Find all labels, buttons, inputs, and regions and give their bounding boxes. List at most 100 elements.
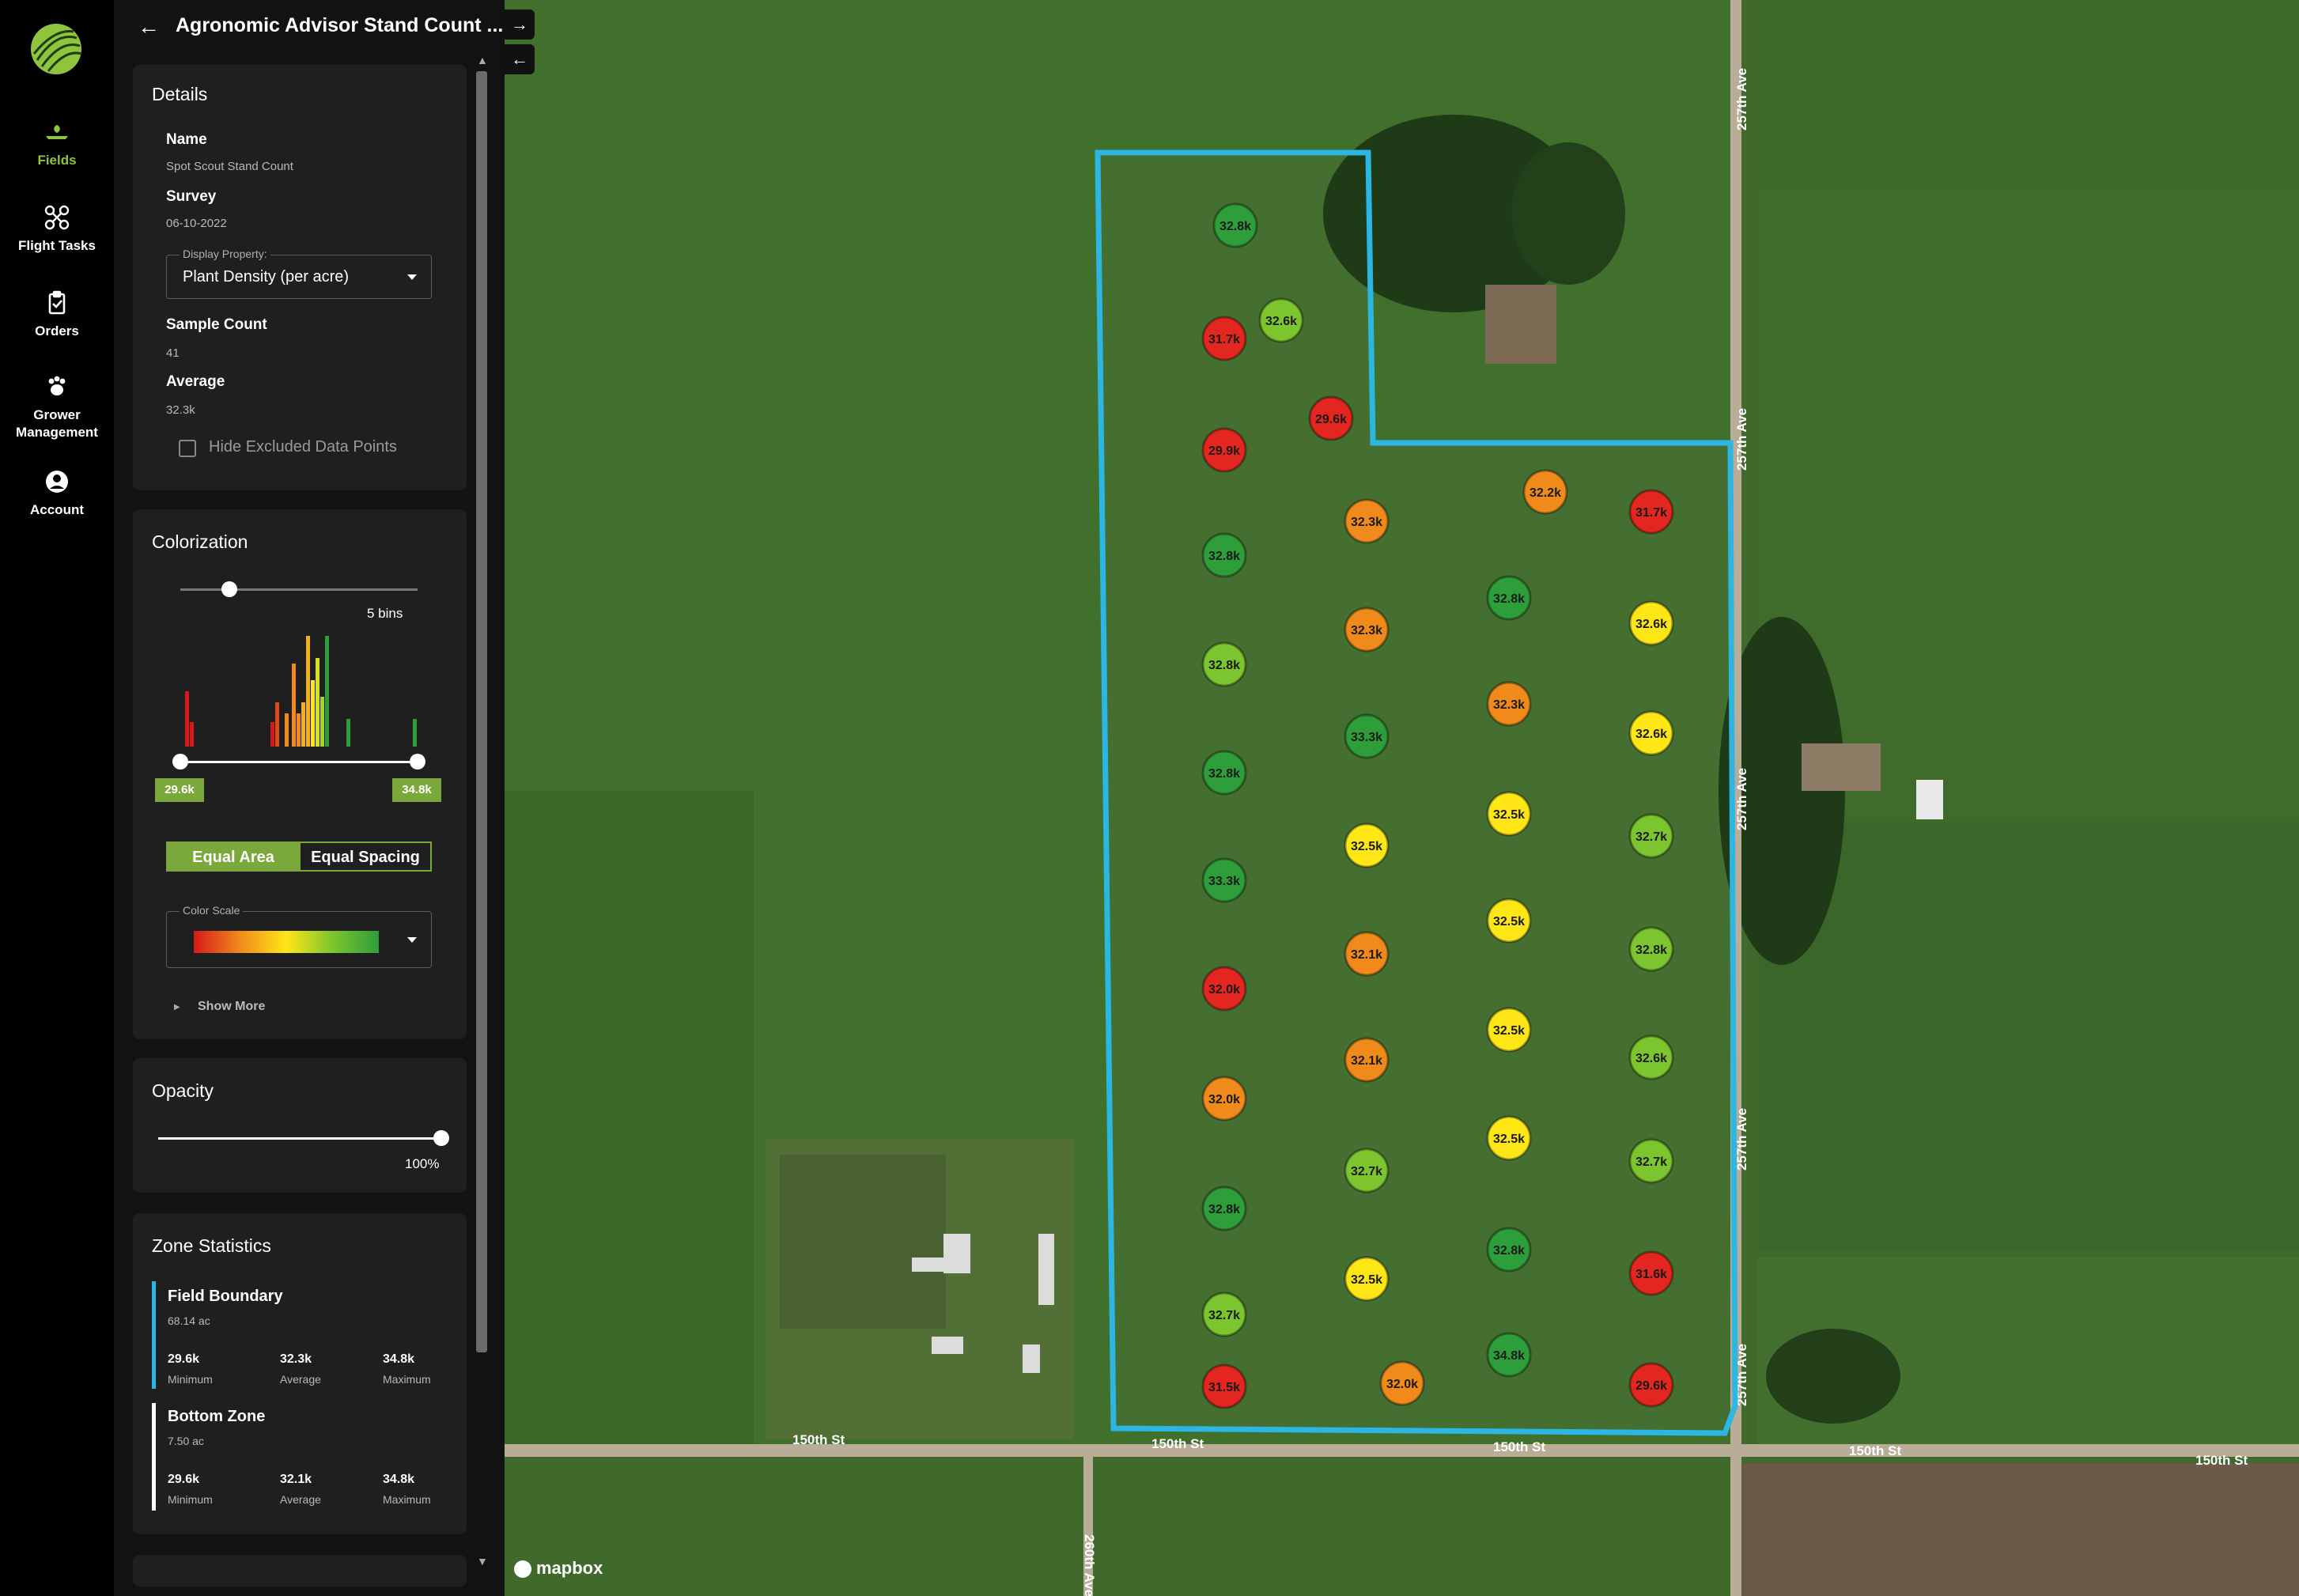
- range-slider-track[interactable]: [180, 761, 418, 763]
- histogram-bar: [185, 691, 189, 747]
- nav-item-label: Flight Tasks: [18, 238, 96, 253]
- nav-item-label: Grower Management: [16, 407, 98, 440]
- sample-point[interactable]: 31.7k: [1201, 316, 1247, 361]
- bins-slider-track[interactable]: [180, 588, 418, 591]
- nav-item-account[interactable]: Account: [0, 468, 114, 519]
- sample-point[interactable]: 31.6k: [1628, 1250, 1674, 1296]
- color-scale-legend: Color Scale: [180, 904, 244, 917]
- nav-item-orders[interactable]: Orders: [0, 289, 114, 340]
- sample-point-label: 31.5k: [1208, 1381, 1240, 1394]
- sample-point[interactable]: 32.1k: [1344, 1037, 1390, 1083]
- sample-point[interactable]: 32.7k: [1344, 1148, 1390, 1193]
- sample-point[interactable]: 32.8k: [1486, 1227, 1532, 1273]
- sample-point-label: 32.8k: [1219, 220, 1251, 233]
- hide-excluded-checkbox[interactable]: [179, 440, 196, 457]
- sample-point[interactable]: 32.7k: [1628, 813, 1674, 859]
- sample-count-label: Sample Count: [166, 316, 267, 333]
- sample-point[interactable]: 33.3k: [1344, 713, 1390, 759]
- sample-point[interactable]: 32.2k: [1522, 469, 1568, 515]
- sample-point[interactable]: 32.5k: [1486, 898, 1532, 944]
- opacity-slider-track[interactable]: [158, 1137, 441, 1140]
- sample-point[interactable]: 32.5k: [1486, 1007, 1532, 1053]
- sample-point[interactable]: 32.8k: [1201, 750, 1247, 796]
- sample-point[interactable]: 32.3k: [1486, 681, 1532, 727]
- expand-right-arrow-icon[interactable]: →: [505, 9, 535, 40]
- sample-point-label: 32.6k: [1265, 315, 1297, 328]
- nav-item-grower-management[interactable]: Grower Management: [0, 373, 114, 441]
- sample-point[interactable]: 31.7k: [1628, 489, 1674, 535]
- sample-point[interactable]: 32.8k: [1212, 202, 1258, 248]
- sample-point[interactable]: 32.5k: [1344, 823, 1390, 868]
- sample-point-label: 32.8k: [1635, 944, 1667, 957]
- sample-point[interactable]: 32.8k: [1201, 641, 1247, 687]
- sample-point[interactable]: 29.9k: [1201, 427, 1247, 473]
- map-canvas: 150th St 150th St 150th St 150th St 150t…: [505, 0, 2299, 1596]
- sample-point-label: 34.8k: [1493, 1349, 1525, 1363]
- sample-point[interactable]: 32.8k: [1201, 1186, 1247, 1231]
- sample-point[interactable]: 31.5k: [1201, 1363, 1247, 1409]
- sample-point[interactable]: 32.3k: [1344, 498, 1390, 544]
- color-scale-gradient: [194, 931, 379, 953]
- survey-value: 06-10-2022: [166, 217, 227, 230]
- survey-label: Survey: [166, 188, 217, 205]
- sample-point-label: 32.0k: [1208, 1093, 1240, 1106]
- sample-point[interactable]: 32.7k: [1201, 1292, 1247, 1337]
- sample-point-label: 32.7k: [1635, 830, 1667, 844]
- sidebar-scrollbar[interactable]: [476, 71, 487, 1352]
- opacity-slider-thumb[interactable]: [433, 1130, 449, 1146]
- sample-point[interactable]: 32.3k: [1344, 607, 1390, 652]
- sample-point[interactable]: 32.8k: [1628, 926, 1674, 972]
- scroll-up-arrow-icon[interactable]: ▲: [477, 54, 488, 66]
- sample-point[interactable]: 33.3k: [1201, 857, 1247, 903]
- histogram-bar: [285, 713, 289, 747]
- sample-point[interactable]: 32.0k: [1379, 1360, 1425, 1406]
- account-icon: [43, 468, 70, 495]
- sample-point[interactable]: 32.0k: [1201, 966, 1247, 1012]
- mapbox-attribution[interactable]: mapbox: [514, 1558, 603, 1579]
- color-scale-select[interactable]: Color Scale: [166, 904, 432, 968]
- sample-point[interactable]: 32.5k: [1344, 1256, 1390, 1302]
- sample-point[interactable]: 32.7k: [1628, 1138, 1674, 1184]
- sample-point[interactable]: 29.6k: [1308, 395, 1354, 441]
- sample-point[interactable]: 32.6k: [1628, 600, 1674, 646]
- sample-point[interactable]: 32.6k: [1258, 297, 1304, 343]
- histogram-bar: [306, 636, 310, 747]
- sample-point[interactable]: 34.8k: [1486, 1332, 1532, 1378]
- sidebar-panel: ← Agronomic Advisor Stand Count ... ▲ ▼ …: [114, 0, 505, 1596]
- sample-point[interactable]: 32.6k: [1628, 1034, 1674, 1080]
- road-label: 150th St: [2195, 1453, 2248, 1468]
- drone-icon: [43, 204, 70, 231]
- bins-label: 5 bins: [367, 606, 403, 621]
- sample-point[interactable]: 32.5k: [1486, 791, 1532, 837]
- back-arrow-icon[interactable]: ←: [138, 14, 160, 40]
- zone-color-bar: [152, 1403, 156, 1511]
- bins-slider-thumb[interactable]: [221, 581, 237, 597]
- display-property-select[interactable]: Display Property: Plant Density (per acr…: [166, 248, 432, 299]
- sample-point[interactable]: 32.8k: [1201, 532, 1247, 578]
- show-more-link[interactable]: Show More: [198, 1000, 265, 1014]
- sample-point[interactable]: 32.1k: [1344, 931, 1390, 977]
- sample-point[interactable]: 32.6k: [1628, 710, 1674, 756]
- equal-spacing-toggle[interactable]: Equal Spacing: [299, 841, 432, 872]
- sample-point[interactable]: 32.8k: [1486, 575, 1532, 621]
- colorization-card: Colorization 5 bins 29.6k 34.8k Equal Ar…: [133, 509, 467, 1039]
- nav-item-fields[interactable]: Fields: [0, 119, 114, 169]
- zone-min-label: Minimum: [168, 1493, 213, 1506]
- scroll-down-arrow-icon[interactable]: ▼: [477, 1555, 488, 1568]
- sample-point-label: 32.1k: [1351, 948, 1382, 962]
- expand-caret-icon[interactable]: ▶: [174, 1003, 180, 1012]
- sample-point[interactable]: 32.0k: [1201, 1076, 1247, 1121]
- sample-point-label: 32.8k: [1208, 1203, 1240, 1216]
- range-slider-min-thumb[interactable]: [172, 754, 188, 770]
- sidebar-header: ← Agronomic Advisor Stand Count ...: [114, 0, 505, 52]
- collapse-left-arrow-icon[interactable]: ←: [505, 44, 535, 74]
- range-slider-max-thumb[interactable]: [410, 754, 425, 770]
- map-view[interactable]: 150th St 150th St 150th St 150th St 150t…: [505, 0, 2299, 1596]
- nav-item-label: Account: [30, 502, 84, 517]
- zone-max-label: Maximum: [383, 1373, 431, 1386]
- equal-area-toggle[interactable]: Equal Area: [166, 841, 301, 872]
- nav-item-flight-tasks[interactable]: Flight Tasks: [0, 204, 114, 255]
- sample-point[interactable]: 29.6k: [1628, 1362, 1674, 1408]
- sample-point[interactable]: 32.5k: [1486, 1115, 1532, 1161]
- app-logo[interactable]: [31, 24, 81, 74]
